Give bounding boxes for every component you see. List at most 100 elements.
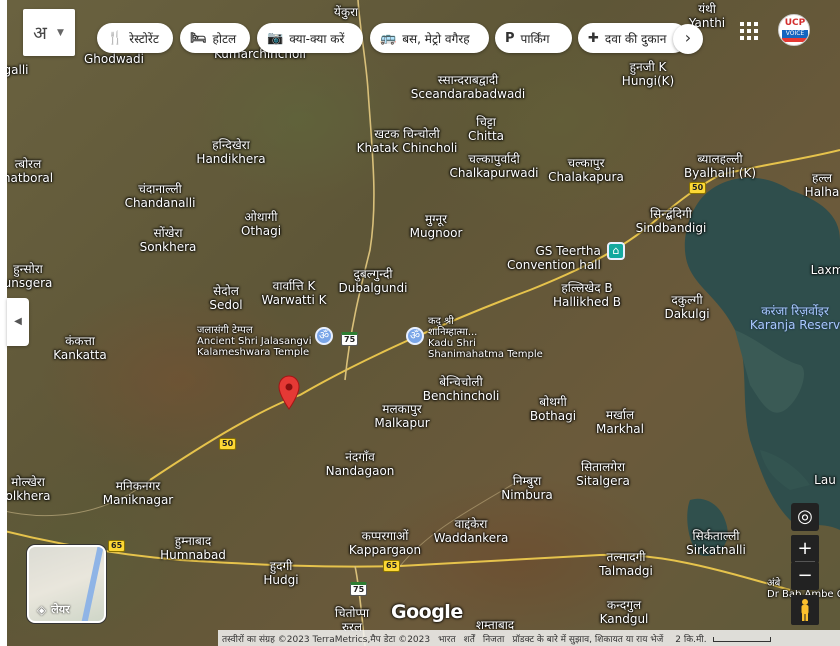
place-label[interactable]: चल्कापुर Chalakapura [548, 156, 624, 184]
account-avatar[interactable]: UCP VOICE [778, 14, 810, 46]
place-label[interactable]: त्बोरल hatboral [3, 157, 53, 185]
zoom-out-button[interactable]: − [791, 562, 819, 590]
highway-shield: 65 [108, 540, 126, 552]
place-name-english: Sitalgera [576, 474, 630, 488]
layers-label-row: ◈ लेयर [37, 602, 70, 617]
place-name-hindi: यंथी [698, 2, 716, 16]
place-label[interactable]: मोल्खेरा olkhera [6, 475, 51, 503]
poi-label[interactable]: GS Teertha Convention hall [507, 244, 601, 272]
place-name-english: Chitta [467, 129, 505, 143]
chip-hotels[interactable]: 🛏 होटल [180, 23, 250, 53]
poi-label[interactable]: कदु श्री शानिम्हात्मा... Kadu Shri Shanimah… [428, 316, 543, 360]
place-name-hindi: करंजा रिज़र्वोइर [761, 304, 829, 318]
chip-transit[interactable]: 🚌 बस, मेट्रो वगैरह [370, 23, 489, 53]
place-label[interactable]: हुन्सोरा unsgera [4, 262, 53, 290]
place-name-english: Sirkatnalli [686, 543, 746, 557]
layers-button[interactable]: ◈ लेयर [27, 545, 106, 623]
zoom-in-button[interactable]: + [791, 535, 819, 563]
place-name-hindi: मनिकनगर [115, 479, 161, 493]
place-label[interactable]: वार्वात्ति K Warwatti K [262, 279, 327, 307]
footer-link-privacy[interactable]: निजता [479, 632, 508, 645]
place-label[interactable]: Ghodwadi [84, 52, 144, 66]
place-label[interactable]: हुनजी K Hungi(K) [622, 60, 674, 88]
place-label[interactable]: सिर्कताल्ली Sirkatnalli [686, 529, 746, 557]
chip-pharmacy[interactable]: ✚ दवा की दुकान [578, 23, 688, 53]
location-pin-icon[interactable] [278, 375, 300, 411]
apps-grid-icon[interactable] [740, 22, 758, 40]
place-name-english: Chalakapura [548, 170, 624, 184]
place-name-hindi: सिर्कताल्ली [692, 529, 740, 543]
place-name-hindi: दुबल्गुन्दी [353, 267, 393, 281]
chips-next-button[interactable]: › [673, 24, 703, 54]
place-label[interactable]: मर्खाल Markhal [596, 408, 644, 436]
place-label[interactable]: सोंखेरा Sonkhera [140, 226, 197, 254]
place-label[interactable]: दकुल्गी Dakulgi [664, 293, 709, 321]
place-name-english: Sedol [209, 298, 243, 312]
poi-name: कदु श्री [428, 316, 454, 327]
place-label[interactable]: ओथागी Othagi [241, 210, 281, 238]
poi-name: शानिम्हात्मा... [428, 327, 478, 338]
place-label[interactable]: Laxm [811, 263, 840, 277]
place-label[interactable]: कंकत्ता Kankatta [53, 334, 106, 362]
place-label[interactable]: बोथगी Bothagi [530, 395, 576, 423]
place-name-hindi: चंदानाल्ली [138, 182, 182, 196]
footer-link-country[interactable]: भारत [434, 632, 459, 645]
place-name-hindi: बोथगी [539, 395, 567, 409]
place-label[interactable]: सितालगेरा Sitalgera [576, 460, 630, 488]
chip-things-to-do[interactable]: 📷 क्या-क्या करें [257, 23, 363, 53]
place-label[interactable]: हल्ल Halha [805, 171, 840, 199]
chip-label: बस, मेट्रो वगैरह [402, 31, 470, 46]
place-label[interactable]: मुग्नूर Mugnoor [410, 212, 463, 240]
chip-label: होटल [212, 31, 237, 46]
reservoir-label[interactable]: करंजा रिज़र्वोइर Karanja Reserv [750, 304, 840, 332]
scale-label[interactable]: 2 कि.मी. [667, 632, 774, 645]
place-label[interactable]: galli [4, 63, 29, 77]
convention-hall-icon[interactable]: ⌂ [607, 242, 625, 260]
place-label[interactable]: येंकुरा [334, 5, 358, 19]
collapse-side-panel-button[interactable]: ◀ [7, 298, 29, 346]
place-label[interactable]: खटक चिन्चोली Khatak Chincholi [357, 127, 458, 155]
place-label[interactable]: मलकापुर Malkapur [374, 402, 429, 430]
footer-link-feedback[interactable]: प्रॉडक्ट के बारे में सुझाव, शिकायत या रा… [508, 632, 667, 645]
place-name-english: Kandgul [599, 612, 649, 626]
place-label[interactable]: चंदानाल्ली Chandanalli [125, 182, 196, 210]
temple-icon[interactable]: ॐ [315, 327, 333, 345]
place-label[interactable]: हल्लिखेद B Hallikhed B [553, 281, 621, 309]
place-label[interactable]: चल्कापुर्वादी Chalkapurwadi [449, 152, 538, 180]
place-label[interactable]: हुम्नाबाद Humnabad [160, 534, 226, 562]
place-label[interactable]: दुबल्गुन्दी Dubalgundi [339, 267, 408, 295]
place-name-hindi: नंदगाँव [345, 450, 375, 464]
place-label[interactable]: वाद्दंकेरा Waddankera [434, 517, 509, 545]
temple-icon[interactable]: ॐ [406, 327, 424, 345]
place-label[interactable]: कन्दगुल Kandgul [600, 598, 649, 626]
footer-link-terms[interactable]: शर्तें [460, 632, 479, 645]
place-label[interactable]: सिन्द्बंदिगी Sindbandigi [636, 207, 707, 235]
place-name-hindi: मलकापुर [382, 402, 422, 416]
place-label[interactable]: हुदगी Hudgi [263, 559, 298, 587]
place-label[interactable]: हन्दिखेरा Handikhera [196, 138, 265, 166]
poi-label[interactable]: जलासंगी टेम्पल Ancient Shri Jalasangvi Kal… [197, 325, 312, 358]
place-label[interactable]: ब्यालहल्ली Byalhalli (K) [684, 152, 756, 180]
hindi-input-icon: अ [33, 22, 47, 44]
place-label[interactable]: सेदोल Sedol [209, 284, 242, 312]
chip-restaurants[interactable]: 🍴 रेस्टोरेंट [97, 23, 173, 53]
place-label[interactable]: निम्बुरा Nimbura [501, 474, 553, 502]
place-label[interactable]: Lau [814, 473, 836, 487]
place-name-english: Karanja Reserv [749, 318, 840, 332]
my-location-button[interactable]: ◎ [791, 503, 819, 531]
place-label[interactable]: स्सान्दराबद्वादी Sceandarabadwadi [411, 73, 526, 101]
satellite-map[interactable]: येंकुरा Ghodwadi Kumarchincholi यंथी Yant… [0, 0, 840, 646]
place-name-english: Mugnoor [409, 226, 463, 240]
place-label[interactable]: कप्परगाओं Kappargaon [349, 529, 421, 557]
place-label[interactable]: नंदगाँव Nandagaon [326, 450, 395, 478]
language-input-button[interactable]: अ ▼ [23, 9, 75, 56]
place-name-hindi: मुग्नूर [424, 212, 448, 226]
place-label[interactable]: मनिकनगर Maniknagar [103, 479, 173, 507]
place-label[interactable]: चिट्टा Chitta [468, 115, 504, 143]
chip-parking[interactable]: P पार्किंग [495, 23, 572, 53]
street-view-pegman-icon[interactable] [791, 595, 819, 625]
place-name-hindi: सेदोल [213, 284, 239, 298]
poi-subtitle: Kadu Shri [428, 338, 476, 349]
place-label[interactable]: तल्मादगी Talmadgi [599, 550, 653, 578]
place-label[interactable]: बेन्चिचोली Benchincholi [423, 375, 500, 403]
